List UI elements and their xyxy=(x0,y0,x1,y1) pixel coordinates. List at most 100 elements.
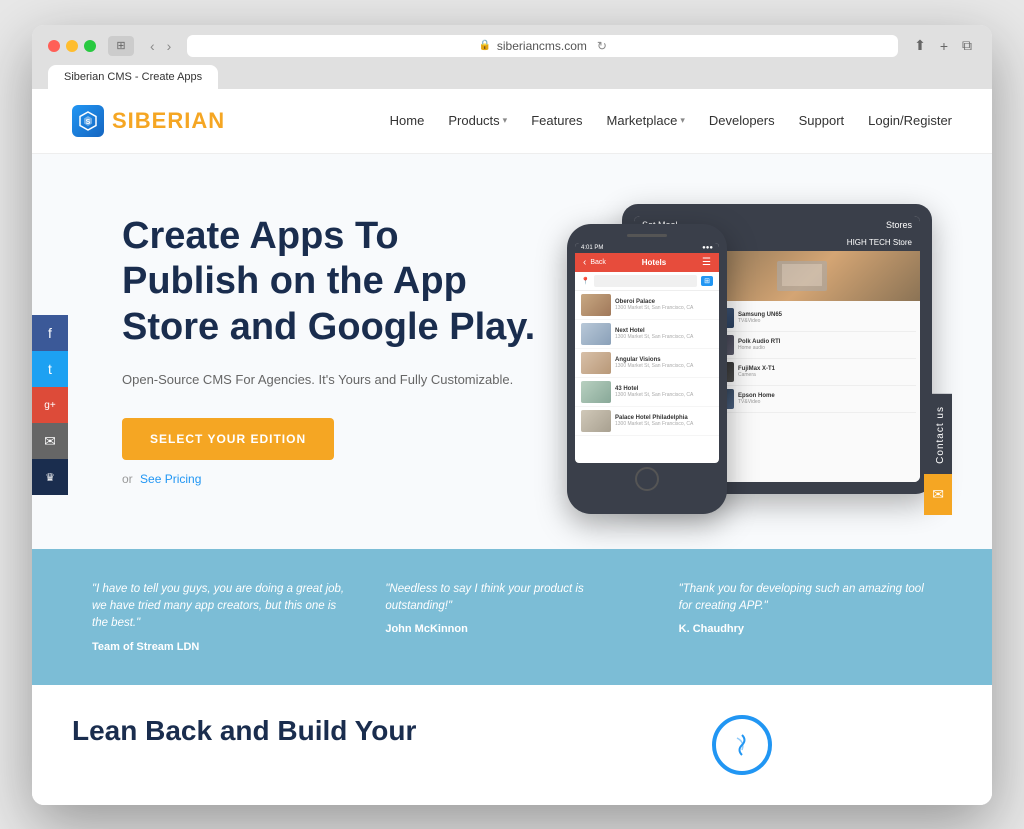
phone-nav-bar: ‹ Back Hotels ☰ xyxy=(575,253,719,272)
email-social-button[interactable]: ✉ xyxy=(32,423,68,459)
social-sidebar: f t g+ ✉ ♛ xyxy=(32,315,68,495)
hotel-info-3: Angular Visions 1300 Market St, San Fran… xyxy=(615,357,713,369)
product-info-polk: Polk Audio RTI Home audio xyxy=(738,339,916,351)
product-info-epson: Epson Home TV&Video xyxy=(738,393,916,405)
product-cat-samsung: TV&Video xyxy=(738,318,916,324)
testimonial-text-3: "Thank you for developing such an amazin… xyxy=(679,581,932,616)
testimonial-author-3: K. Chaudhry xyxy=(679,623,932,635)
phone-home-button[interactable] xyxy=(635,467,659,491)
nav-home[interactable]: Home xyxy=(390,113,425,128)
phone-hotel-list: Oberoi Palace 1300 Market St, San Franci… xyxy=(575,291,719,463)
facebook-button[interactable]: f xyxy=(32,315,68,351)
tablet-product-epson[interactable]: Epson Home TV&Video xyxy=(708,386,916,413)
nav-support[interactable]: Support xyxy=(799,113,845,128)
hero-headline: Create Apps To Publish on the App Store … xyxy=(122,214,537,351)
maximize-button[interactable] xyxy=(84,40,96,52)
cta-link-container: or See Pricing xyxy=(122,472,537,486)
forward-arrow[interactable]: › xyxy=(163,36,176,56)
tab-title: Siberian CMS - Create Apps xyxy=(64,71,202,83)
tablet-store-label: HIGH TECH Store xyxy=(847,238,912,247)
browser-chrome: ⊞ ‹ › 🔒 siberiancms.com ↻ ⬆ + ⧉ Siberian… xyxy=(32,25,992,89)
url-text: siberiancms.com xyxy=(497,39,587,53)
phone-back-label: Back xyxy=(590,259,606,266)
phone-title: Hotels xyxy=(610,258,698,267)
hotel-thumb-4 xyxy=(581,381,611,403)
site-nav: Home Products ▾ Features Marketplace ▾ D… xyxy=(390,113,952,128)
nav-products[interactable]: Products ▾ xyxy=(448,113,507,128)
hotel-addr-4: 1300 Market St, San Francisco, CA xyxy=(615,392,713,398)
phone-search-bar: 📍 ⊞ xyxy=(575,272,719,291)
hotel-item-2[interactable]: Next Hotel 1300 Market St, San Francisco… xyxy=(575,320,719,349)
phone-back-arrow[interactable]: ‹ xyxy=(583,257,586,268)
site-header: S SIBERIAN Home Products ▾ Features xyxy=(32,89,992,154)
hotel-item-4[interactable]: 43 Hotel 1300 Market St, San Francisco, … xyxy=(575,378,719,407)
browser-actions: ⬆ + ⧉ xyxy=(910,35,976,56)
hotel-addr-2: 1300 Market St, San Francisco, CA xyxy=(615,334,713,340)
products-dropdown-arrow: ▾ xyxy=(503,115,508,126)
testimonials-section: "I have to tell you guys, you are doing … xyxy=(32,549,992,685)
tablet-store-banner xyxy=(704,251,920,301)
logo-text-main: SIBER xyxy=(112,108,184,133)
tablet-product-fuji[interactable]: FujiMax X-T1 Camera xyxy=(708,359,916,386)
email-tab[interactable]: ✉ xyxy=(924,474,952,515)
tablet-stores-label: Stores xyxy=(886,220,912,230)
google-plus-button[interactable]: g+ xyxy=(32,387,68,423)
back-arrow[interactable]: ‹ xyxy=(146,36,159,56)
hero-right: Set Meal Stores Commerce Catalog xyxy=(537,194,952,549)
nav-marketplace[interactable]: Marketplace ▾ xyxy=(607,113,685,128)
browser-top-bar: ⊞ ‹ › 🔒 siberiancms.com ↻ ⬆ + ⧉ xyxy=(48,35,976,57)
nav-login-register[interactable]: Login/Register xyxy=(868,113,952,128)
lock-icon: 🔒 xyxy=(478,40,490,51)
hotel-addr-5: 1300 Market St, San Francisco, CA xyxy=(615,421,713,427)
testimonial-text-2: "Needless to say I think your product is… xyxy=(385,581,638,616)
refresh-icon[interactable]: ↻ xyxy=(597,39,607,53)
bottom-circle-icon xyxy=(712,715,772,775)
hotel-item-5[interactable]: Palace Hotel Philadelphia 1300 Market St… xyxy=(575,407,719,436)
hotel-item-3[interactable]: Angular Visions 1300 Market St, San Fran… xyxy=(575,349,719,378)
hotel-info-4: 43 Hotel 1300 Market St, San Francisco, … xyxy=(615,386,713,398)
nav-developers[interactable]: Developers xyxy=(709,113,775,128)
testimonial-3: "Thank you for developing such an amazin… xyxy=(679,581,932,653)
tablet-store-header: HIGH TECH Store xyxy=(704,234,920,251)
minimize-button[interactable] xyxy=(66,40,78,52)
crown-button[interactable]: ♛ xyxy=(32,459,68,495)
traffic-lights xyxy=(48,40,96,52)
hotel-info-5: Palace Hotel Philadelphia 1300 Market St… xyxy=(615,415,713,427)
product-info-fuji: FujiMax X-T1 Camera xyxy=(738,366,916,378)
select-edition-button[interactable]: SELECT YOUR EDITION xyxy=(122,418,334,460)
testimonial-author-2: John McKinnon xyxy=(385,623,638,635)
phone-mockup: 4:01 PM ●●● ‹ Back Hotels ☰ 📍 ⊞ xyxy=(567,224,727,514)
nav-features[interactable]: Features xyxy=(531,113,582,128)
tablet-product-samsung[interactable]: Samsung UN65 TV&Video xyxy=(708,305,916,332)
svg-text:S: S xyxy=(86,119,91,126)
hero-section: f t g+ ✉ ♛ Create Apps To Publish on the… xyxy=(32,154,992,549)
share-icon[interactable]: ⬆ xyxy=(910,35,930,56)
phone-screen: 4:01 PM ●●● ‹ Back Hotels ☰ 📍 ⊞ xyxy=(575,243,719,463)
see-pricing-link[interactable]: See Pricing xyxy=(140,472,201,486)
tablet-products-list: Samsung UN65 TV&Video Polk Audio RTI xyxy=(704,301,920,417)
tablet-product-polk[interactable]: Polk Audio RTI Home audio xyxy=(708,332,916,359)
hotel-info-2: Next Hotel 1300 Market St, San Francisco… xyxy=(615,328,713,340)
twitter-button[interactable]: t xyxy=(32,351,68,387)
browser-tab[interactable]: Siberian CMS - Create Apps xyxy=(48,65,218,89)
menu-icon[interactable]: ☰ xyxy=(702,257,711,268)
page-content: S SIBERIAN Home Products ▾ Features xyxy=(32,89,992,805)
contact-us-tab[interactable]: Contact us xyxy=(929,394,952,476)
tab-view-button[interactable]: ⊞ xyxy=(108,36,134,56)
logo-icon: S xyxy=(72,105,104,137)
product-cat-epson: TV&Video xyxy=(738,399,916,405)
phone-speaker xyxy=(627,234,667,237)
hotel-thumb-5 xyxy=(581,410,611,432)
nav-arrows: ‹ › xyxy=(146,36,175,56)
phone-filter-button[interactable]: ⊞ xyxy=(701,276,713,286)
phone-search-input[interactable] xyxy=(594,275,697,287)
tablet-main: HIGH TECH Store xyxy=(704,234,920,482)
close-button[interactable] xyxy=(48,40,60,52)
logo[interactable]: S SIBERIAN xyxy=(72,105,225,137)
windows-icon[interactable]: ⧉ xyxy=(958,35,976,56)
product-info-samsung: Samsung UN65 TV&Video xyxy=(738,312,916,324)
hotel-item-1[interactable]: Oberoi Palace 1300 Market St, San Franci… xyxy=(575,291,719,320)
new-tab-icon[interactable]: + xyxy=(936,36,952,56)
phone-status-bar: 4:01 PM ●●● xyxy=(575,243,719,253)
url-bar[interactable]: 🔒 siberiancms.com ↻ xyxy=(187,35,898,57)
